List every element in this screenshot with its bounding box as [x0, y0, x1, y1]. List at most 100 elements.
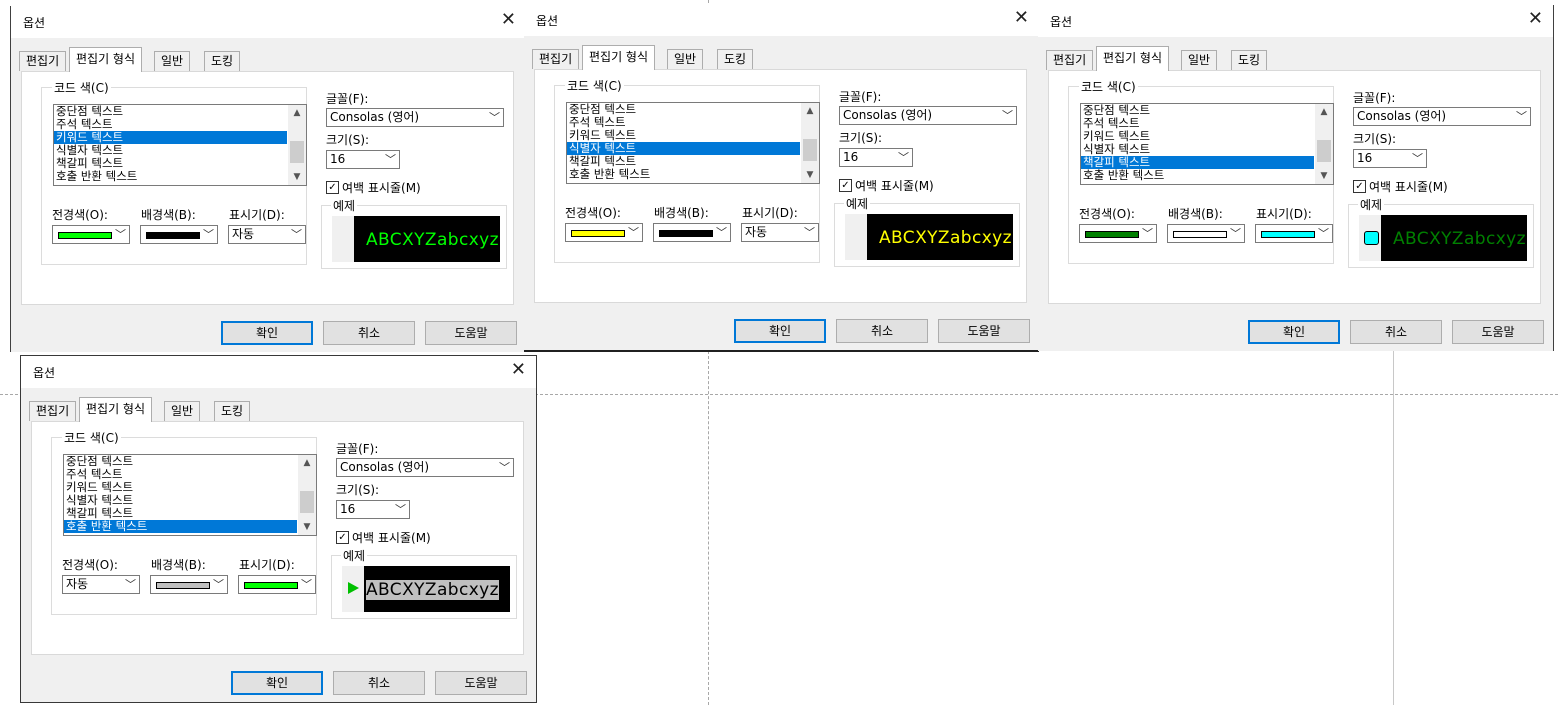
tab-editor[interactable]: 편집기 [1046, 50, 1094, 70]
cancel-button[interactable]: 취소 [1350, 320, 1442, 344]
list-item[interactable]: 주석 텍스트 [1081, 117, 1314, 130]
margin-checkbox[interactable]: ✓ [326, 181, 339, 194]
tab-editor[interactable]: 편집기 [532, 49, 580, 69]
tab-general[interactable]: 일반 [154, 51, 191, 71]
size-combo[interactable]: 16 ﹀ [336, 500, 410, 519]
indicator-combo[interactable]: ﹀ [1255, 224, 1333, 243]
code-color-listbox[interactable]: 중단점 텍스트 주석 텍스트 키워드 텍스트 식별자 텍스트 책갈피 텍스트 호… [63, 454, 317, 536]
list-item[interactable]: 중단점 텍스트 [1081, 104, 1314, 117]
cancel-button[interactable]: 취소 [836, 319, 928, 343]
close-icon[interactable]: ✕ [511, 360, 526, 380]
help-button[interactable]: 도움말 [1452, 320, 1544, 344]
list-item[interactable]: 책갈피 텍스트 [1081, 156, 1314, 169]
list-item[interactable]: 키워드 텍스트 [1081, 130, 1314, 143]
scroll-up-icon[interactable]: ▲ [1315, 104, 1333, 120]
tab-docking[interactable]: 도킹 [1231, 50, 1268, 70]
listbox-scrollbar[interactable]: ▲ ▼ [298, 455, 316, 535]
margin-checkbox-label[interactable]: 여백 표시줄(M) [1369, 178, 1448, 195]
code-color-listbox[interactable]: 중단점 텍스트 주석 텍스트 키워드 텍스트 식별자 텍스트 책갈피 텍스트 호… [53, 104, 307, 186]
foreground-color-combo[interactable]: ﹀ [565, 223, 643, 242]
help-button[interactable]: 도움말 [435, 671, 527, 695]
indicator-combo[interactable]: 자동 ﹀ [741, 223, 819, 242]
tab-general[interactable]: 일반 [164, 401, 201, 421]
tab-general[interactable]: 일반 [667, 49, 704, 69]
listbox-scrollbar[interactable]: ▲ ▼ [1315, 104, 1333, 184]
close-icon[interactable]: ✕ [1014, 8, 1029, 28]
listbox-scrollbar[interactable]: ▲ ▼ [801, 103, 819, 183]
close-icon[interactable]: ✕ [1528, 9, 1543, 29]
list-item[interactable]: 키워드 텍스트 [54, 131, 287, 144]
list-item[interactable]: 식별자 텍스트 [1081, 143, 1314, 156]
tab-docking[interactable]: 도킹 [204, 51, 241, 71]
background-color-combo[interactable]: ﹀ [140, 225, 218, 244]
scroll-up-icon[interactable]: ▲ [298, 455, 316, 471]
tab-editor-format[interactable]: 편집기 형식 [582, 45, 656, 70]
list-item[interactable]: 주석 텍스트 [64, 468, 297, 481]
scroll-down-icon[interactable]: ▼ [801, 167, 819, 183]
indicator-combo[interactable]: ﹀ [238, 575, 316, 594]
background-color-combo[interactable]: ﹀ [150, 575, 228, 594]
list-item[interactable]: 호출 반환 텍스트 [64, 520, 297, 533]
ok-button[interactable]: 확인 [221, 321, 313, 345]
size-combo[interactable]: 16 ﹀ [326, 150, 400, 169]
indicator-combo[interactable]: 자동 ﹀ [228, 225, 306, 244]
tab-editor[interactable]: 편집기 [19, 51, 67, 71]
help-button[interactable]: 도움말 [938, 319, 1030, 343]
list-item[interactable]: 주석 텍스트 [567, 116, 800, 129]
foreground-color-combo[interactable]: ﹀ [52, 225, 130, 244]
list-item[interactable]: 호출 반환 텍스트 [54, 170, 287, 183]
background-color-combo[interactable]: ﹀ [653, 223, 731, 242]
size-combo[interactable]: 16 ﹀ [839, 148, 913, 167]
list-item[interactable]: 호출 반환 텍스트 [1081, 169, 1314, 182]
scroll-down-icon[interactable]: ▼ [288, 169, 306, 185]
ok-button[interactable]: 확인 [231, 671, 323, 695]
code-color-listbox[interactable]: 중단점 텍스트 주석 텍스트 키워드 텍스트 식별자 텍스트 책갈피 텍스트 호… [1080, 103, 1334, 185]
scroll-thumb[interactable] [300, 491, 314, 513]
code-color-listbox[interactable]: 중단점 텍스트 주석 텍스트 키워드 텍스트 식별자 텍스트 책갈피 텍스트 호… [566, 102, 820, 184]
tab-docking[interactable]: 도킹 [717, 49, 754, 69]
margin-checkbox[interactable]: ✓ [336, 531, 349, 544]
list-item[interactable]: 책갈피 텍스트 [54, 157, 287, 170]
help-button[interactable]: 도움말 [425, 321, 517, 345]
tab-editor-format[interactable]: 편집기 형식 [79, 397, 153, 422]
scroll-down-icon[interactable]: ▼ [298, 519, 316, 535]
listbox-scrollbar[interactable]: ▲ ▼ [288, 105, 306, 185]
scroll-thumb[interactable] [290, 141, 304, 163]
tab-editor-format[interactable]: 편집기 형식 [69, 47, 143, 72]
list-item[interactable]: 식별자 텍스트 [54, 144, 287, 157]
close-icon[interactable]: ✕ [501, 10, 516, 30]
tab-editor[interactable]: 편집기 [29, 401, 77, 421]
ok-button[interactable]: 확인 [734, 319, 826, 343]
font-combo[interactable]: Consolas (영어) ﹀ [336, 458, 514, 477]
margin-checkbox[interactable]: ✓ [839, 179, 852, 192]
tab-docking[interactable]: 도킹 [214, 401, 251, 421]
margin-checkbox[interactable]: ✓ [1353, 180, 1366, 193]
list-item[interactable]: 중단점 텍스트 [54, 105, 287, 118]
scroll-thumb[interactable] [1317, 140, 1331, 162]
font-combo[interactable]: Consolas (영어) ﹀ [326, 108, 504, 127]
font-combo[interactable]: Consolas (영어) ﹀ [839, 106, 1017, 125]
ok-button[interactable]: 확인 [1248, 320, 1340, 344]
cancel-button[interactable]: 취소 [323, 321, 415, 345]
margin-checkbox-label[interactable]: 여백 표시줄(M) [342, 179, 421, 196]
list-item[interactable]: 식별자 텍스트 [567, 142, 800, 155]
margin-checkbox-label[interactable]: 여백 표시줄(M) [855, 177, 934, 194]
scroll-up-icon[interactable]: ▲ [288, 105, 306, 121]
tab-editor-format[interactable]: 편집기 형식 [1096, 46, 1170, 71]
list-item[interactable]: 주석 텍스트 [54, 118, 287, 131]
list-item[interactable]: 호출 반환 텍스트 [567, 168, 800, 181]
list-item[interactable]: 키워드 텍스트 [64, 481, 297, 494]
scroll-down-icon[interactable]: ▼ [1315, 168, 1333, 184]
font-combo[interactable]: Consolas (영어) ﹀ [1353, 107, 1531, 126]
list-item[interactable]: 중단점 텍스트 [64, 455, 297, 468]
list-item[interactable]: 책갈피 텍스트 [567, 155, 800, 168]
background-color-combo[interactable]: ﹀ [1167, 224, 1245, 243]
scroll-thumb[interactable] [803, 139, 817, 161]
list-item[interactable]: 중단점 텍스트 [567, 103, 800, 116]
margin-checkbox-label[interactable]: 여백 표시줄(M) [352, 529, 431, 546]
size-combo[interactable]: 16 ﹀ [1353, 149, 1427, 168]
scroll-up-icon[interactable]: ▲ [801, 103, 819, 119]
foreground-color-combo[interactable]: ﹀ [1079, 224, 1157, 243]
list-item[interactable]: 키워드 텍스트 [567, 129, 800, 142]
tab-general[interactable]: 일반 [1181, 50, 1218, 70]
